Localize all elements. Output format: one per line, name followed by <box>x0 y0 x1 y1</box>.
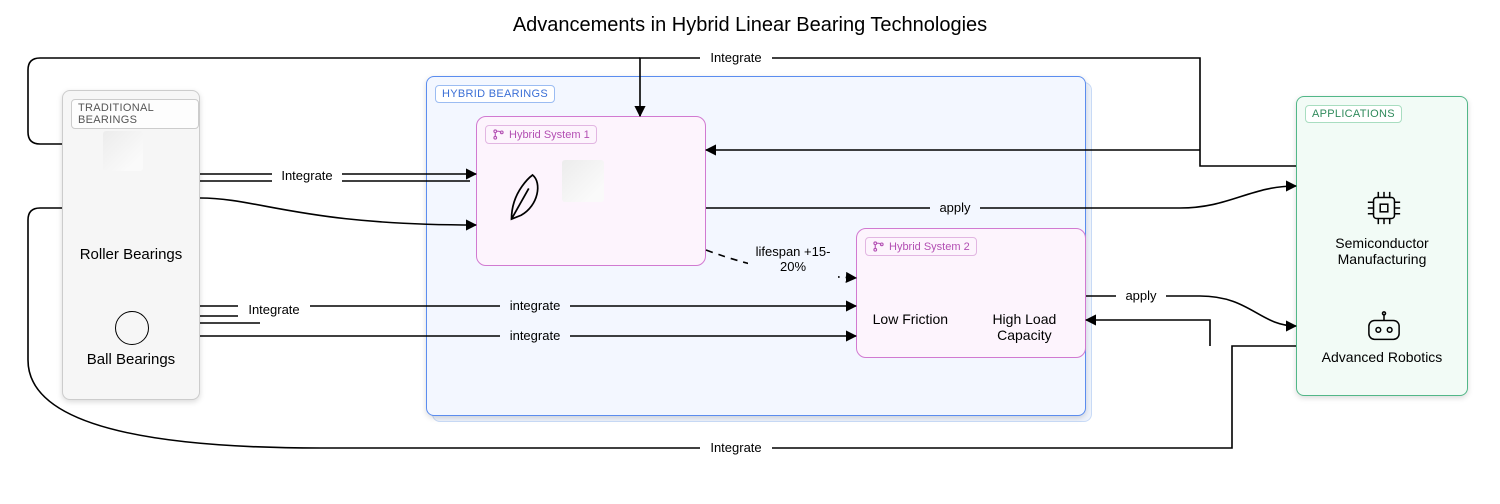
hs2-low-friction: Low Friction <box>873 311 948 343</box>
edge-label-integrate-top: Integrate <box>710 50 761 65</box>
hybrid-system-2-label: Hybrid System 2 <box>865 237 977 256</box>
edge-label-apply-2: apply <box>1125 288 1157 303</box>
hybrid-system-2-node: Hybrid System 2 Low Friction High Load C… <box>856 228 1086 358</box>
hs2-high-load: High Load Capacity <box>979 311 1069 343</box>
robotics-node: Advanced Robotics <box>1297 349 1467 365</box>
edge-label-integrate-4: Integrate <box>248 302 299 317</box>
hybrid-system-1-text: Hybrid System 1 <box>509 129 590 141</box>
ball-bearing-icon <box>115 311 149 345</box>
applications-panel-label: Applications <box>1305 105 1402 123</box>
hybrid-system-2-text: Hybrid System 2 <box>889 241 970 253</box>
ball-bearings-node: Ball Bearings <box>63 351 199 368</box>
feather-icon <box>500 168 546 228</box>
traditional-panel-label: Traditional Bearings <box>71 99 199 129</box>
hybrid-panel-label: Hybrid Bearings <box>435 85 555 103</box>
hybrid-system-1-label: Hybrid System 1 <box>485 125 597 144</box>
robot-icon <box>1363 311 1405 345</box>
edge-hs2-to-robotics <box>1086 296 1296 326</box>
branch-icon <box>872 240 885 253</box>
applications-panel: Applications Semiconductor Manufacturing… <box>1296 96 1468 396</box>
roller-bearings-node: Roller Bearings <box>63 246 199 263</box>
edge-label-integrate-bottom: Integrate <box>710 440 761 455</box>
image-placeholder-icon <box>562 160 604 202</box>
chip-icon <box>1365 189 1403 227</box>
page-title: Advancements in Hybrid Linear Bearing Te… <box>0 14 1500 37</box>
branch-icon <box>492 128 505 141</box>
edge-label-integrate-1: Integrate <box>281 168 332 183</box>
semiconductor-node: Semiconductor Manufacturing <box>1297 235 1467 267</box>
roller-bearing-icon <box>103 131 143 171</box>
traditional-bearings-panel: Traditional Bearings Roller Bearings Bal… <box>62 90 200 400</box>
